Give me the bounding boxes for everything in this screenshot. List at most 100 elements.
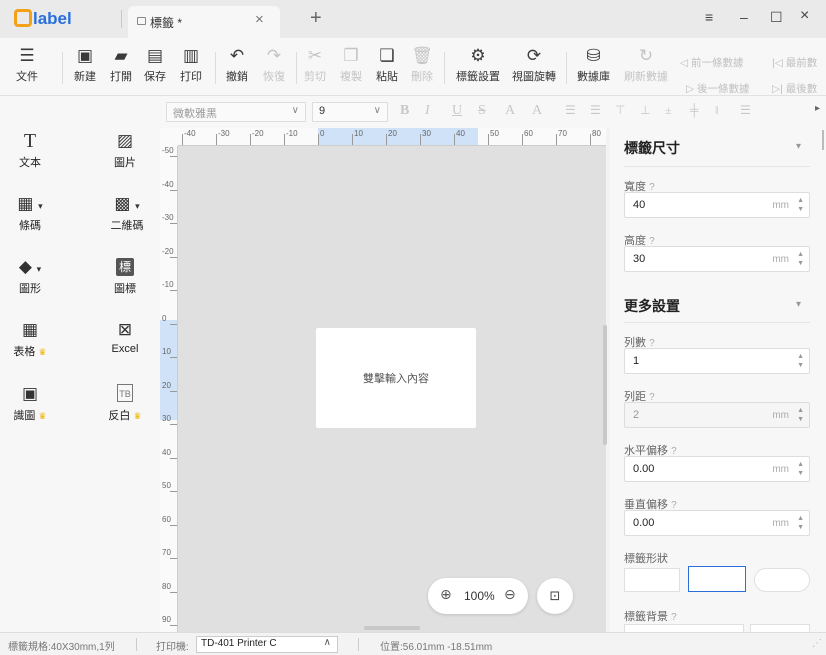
resize-grip-icon[interactable]: ⋰: [812, 638, 822, 649]
undo-button[interactable]: ↶ 撤銷: [226, 44, 248, 84]
strikethrough-icon[interactable]: S: [478, 103, 486, 119]
shape-option-ellipse[interactable]: [754, 568, 810, 592]
chevron-down-icon[interactable]: ▾: [796, 141, 801, 152]
maximize-button[interactable]: ☐: [770, 9, 783, 26]
section-divider: [624, 166, 810, 167]
paste-label: 粘貼: [376, 71, 398, 83]
print-button[interactable]: ▥ 打印: [180, 44, 202, 84]
horizontal-scrollbar[interactable]: [364, 626, 420, 630]
shape-tool[interactable]: ◆ ▾ 圖形: [0, 256, 60, 296]
bold-icon[interactable]: B: [400, 103, 409, 119]
save-button[interactable]: ▤ 保存: [144, 44, 166, 84]
next-data-button[interactable]: ▷ 後一條數據: [686, 81, 750, 96]
printer-value: TD-401 Printer C: [201, 638, 277, 649]
columns-input[interactable]: 1 ▲ ▼: [624, 348, 810, 374]
menu-icon[interactable]: ≡: [705, 9, 713, 25]
width-input[interactable]: 40 mm ▲ ▼: [624, 192, 810, 218]
copy-label: 複製: [340, 71, 362, 83]
file-button[interactable]: ☰ 文件: [16, 44, 38, 84]
excel-tool[interactable]: ⊠ Excel: [95, 319, 155, 355]
view-rotate-button[interactable]: ⟳ 視圖旋轉: [512, 44, 556, 84]
help-icon[interactable]: ?: [671, 612, 677, 623]
zoom-out-icon[interactable]: ⊖: [504, 586, 516, 603]
cut-button[interactable]: ✂ 剪切: [304, 44, 326, 84]
align-bottom-icon[interactable]: ⊥: [640, 103, 650, 118]
more-settings-title[interactable]: 更多設置: [624, 296, 680, 316]
label-page[interactable]: 雙擊輸入內容: [316, 328, 476, 428]
redo-button[interactable]: ↷ 恢復: [263, 44, 285, 84]
horizontal-offset-input[interactable]: 0.00 mm ▲ ▼: [624, 456, 810, 482]
delete-button[interactable]: 🗑 刪除: [411, 44, 433, 84]
ruler-corner: [160, 128, 178, 146]
crown-icon: ♛: [38, 411, 47, 421]
document-icon: [137, 17, 146, 25]
underline-icon[interactable]: U: [452, 103, 462, 119]
stepper-icon[interactable]: ▲ ▼: [797, 460, 804, 478]
minimize-button[interactable]: –: [740, 9, 748, 25]
ruler-tick-label: 70: [162, 548, 171, 557]
stepper-icon[interactable]: ▲ ▼: [797, 514, 804, 532]
scissors-icon: ✂: [307, 46, 323, 65]
width-unit: mm: [772, 200, 789, 211]
ruler-tick-label: 50: [162, 481, 171, 490]
first-data-button[interactable]: |◁ 最前數: [772, 55, 817, 70]
align-left-icon[interactable]: ☰: [565, 103, 576, 118]
refresh-data-button[interactable]: ↻ 刷新數據: [624, 44, 668, 84]
close-window-button[interactable]: ×: [800, 7, 809, 25]
tab-close-icon[interactable]: ×: [255, 11, 264, 28]
zoom-in-icon[interactable]: ⊕: [440, 586, 452, 603]
fit-to-screen-button[interactable]: ⊡: [537, 578, 573, 614]
shape-option-rectangle[interactable]: [624, 568, 680, 592]
paste-button[interactable]: ❏ 粘貼: [376, 44, 398, 84]
smart-image-tool[interactable]: ▣ 識圖 ♛: [0, 383, 60, 423]
invert-tool[interactable]: TB 反白 ♛: [95, 383, 155, 423]
open-button[interactable]: ▰ 打開: [110, 44, 132, 84]
align-center-icon[interactable]: ╪: [690, 103, 699, 118]
vertical-scrollbar[interactable]: [603, 325, 607, 445]
last-data-button[interactable]: ▷| 最後數: [772, 81, 817, 96]
ruler-tick-mark: [590, 134, 591, 145]
qrcode-tool[interactable]: ▩ ▾ 二維碼: [97, 193, 157, 233]
stepper-icon[interactable]: ▲ ▼: [797, 250, 804, 268]
copy-button[interactable]: ❐ 複製: [340, 44, 362, 84]
distribute-icon[interactable]: ‖: [715, 103, 718, 118]
align-top-icon[interactable]: ⊤: [615, 103, 625, 118]
image-tool[interactable]: ▨ 圖片: [95, 130, 155, 170]
excel-icon: ⊠: [117, 320, 133, 339]
smart-image-label-text: 識圖: [13, 410, 36, 422]
prev-data-button[interactable]: ◁ 前一條數據: [680, 55, 744, 70]
column-gap-input[interactable]: 2 mm ▲ ▼: [624, 402, 810, 428]
tab-label-document[interactable]: 標籤 * ×: [128, 6, 280, 38]
new-tab-button[interactable]: +: [310, 7, 322, 30]
stepper-icon[interactable]: ▲ ▼: [797, 406, 804, 424]
font-family-select[interactable]: 微軟雅黑 ∨: [166, 102, 306, 122]
label-size-title[interactable]: 標籤尺寸: [624, 138, 680, 158]
expand-toolbar-icon[interactable]: ▸: [815, 103, 820, 114]
database-button[interactable]: ⛁ 數據庫: [577, 44, 610, 84]
stepper-icon[interactable]: ▲ ▼: [797, 352, 804, 370]
new-button[interactable]: ▣ 新建: [74, 44, 96, 84]
icon-tool[interactable]: 標圖標: [95, 256, 155, 296]
stepper-icon[interactable]: ▲ ▼: [797, 196, 804, 214]
barcode-tool[interactable]: ▦ ▾ 條碼: [0, 193, 60, 233]
chevron-down-icon[interactable]: ▾: [796, 299, 801, 310]
printer-select[interactable]: TD-401 Printer C ∧: [196, 636, 338, 653]
align-right-icon[interactable]: ☰: [590, 103, 601, 118]
label-settings-button[interactable]: ⚙ 標籤設置: [456, 44, 500, 84]
toolbar-separator: [296, 52, 297, 84]
align-middle-icon[interactable]: ±: [665, 103, 672, 118]
panel-scrollbar[interactable]: [822, 130, 824, 150]
font-size-select[interactable]: 9 ∨: [312, 102, 388, 122]
italic-icon[interactable]: I: [425, 103, 430, 119]
height-input[interactable]: 30 mm ▲ ▼: [624, 246, 810, 272]
vertical-offset-input[interactable]: 0.00 mm ▲ ▼: [624, 510, 810, 536]
font-size-down-icon[interactable]: A: [532, 103, 542, 119]
font-size-up-icon[interactable]: A: [505, 103, 515, 119]
shape-option-rounded[interactable]: [688, 566, 746, 592]
ruler-tick-label: 30: [162, 414, 171, 423]
table-tool[interactable]: ▦ 表格 ♛: [0, 319, 60, 359]
title-separator: [121, 10, 122, 28]
justify-icon[interactable]: ☰: [740, 103, 751, 118]
text-tool[interactable]: T 文本: [0, 130, 60, 170]
font-family-value: 微軟雅黑: [173, 108, 217, 120]
